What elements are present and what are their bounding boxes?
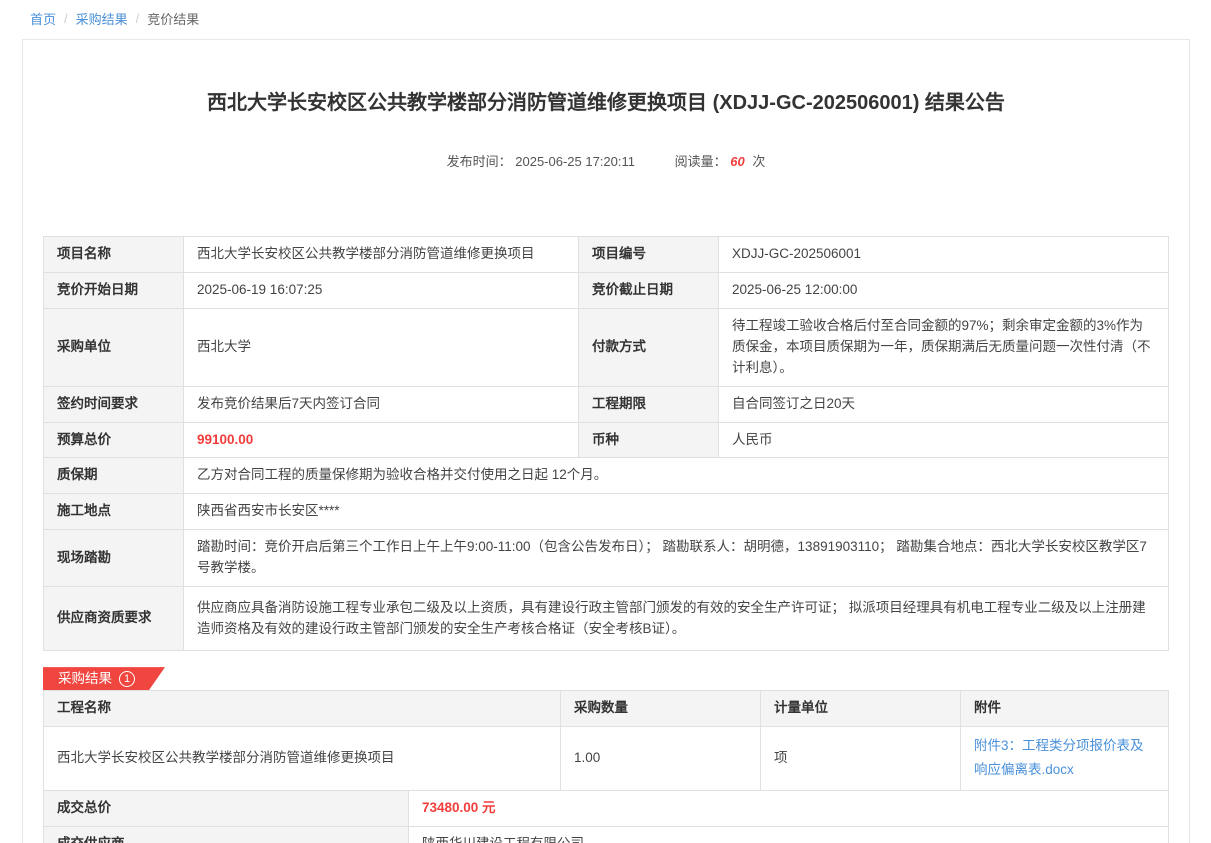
project-code-label: 项目编号 <box>579 237 719 273</box>
sign-time-label: 签约时间要求 <box>44 386 184 422</box>
info-row-location: 施工地点 陕西省西安市长安区**** <box>44 494 1169 530</box>
info-row-project-name: 项目名称 西北大学长安校区公共教学楼部分消防管道维修更换项目 项目编号 XDJJ… <box>44 237 1169 273</box>
views-unit: 次 <box>752 154 765 169</box>
duration-label: 工程期限 <box>579 386 719 422</box>
bid-end-value: 2025-06-25 12:00:00 <box>719 272 1169 308</box>
publish-meta: 发布时间： 2025-06-25 17:20:11 阅读量： 60 次 <box>43 151 1169 170</box>
result-quantity: 1.00 <box>561 727 761 791</box>
result-header-attachment: 附件 <box>961 691 1169 727</box>
award-supplier-value: 陕西华川建设工程有限公司 <box>409 826 1169 843</box>
breadcrumb-separator: / <box>136 11 140 26</box>
result-header-row: 工程名称 采购数量 计量单位 附件 <box>44 691 1169 727</box>
info-row-qualification: 供应商资质要求 供应商应具备消防设施工程专业承包二级及以上资质，具有建设行政主管… <box>44 587 1169 651</box>
award-supplier-row: 成交供应商 陕西华川建设工程有限公司 <box>44 826 1169 843</box>
qualification-value: 供应商应具备消防设施工程专业承包二级及以上资质，具有建设行政主管部门颁发的有效的… <box>184 587 1169 651</box>
publish-time-label: 发布时间： <box>447 154 512 169</box>
project-info-table: 项目名称 西北大学长安校区公共教学楼部分消防管道维修更换项目 项目编号 XDJJ… <box>43 236 1169 651</box>
award-supplier-label: 成交供应商 <box>44 826 409 843</box>
result-data-row: 西北大学长安校区公共教学楼部分消防管道维修更换项目 1.00 项 附件3：工程类… <box>44 727 1169 791</box>
views-count: 60 <box>730 154 744 169</box>
result-attachment-cell: 附件3：工程类分项报价表及响应偏离表.docx <box>961 727 1169 791</box>
breadcrumb-home-link[interactable]: 首页 <box>30 9 56 28</box>
currency-label: 币种 <box>579 422 719 458</box>
announcement-card: 西北大学长安校区公共教学楼部分消防管道维修更换项目 (XDJJ-GC-20250… <box>22 39 1190 843</box>
budget-label: 预算总价 <box>44 422 184 458</box>
info-row-sign-duration: 签约时间要求 发布竞价结果后7天内签订合同 工程期限 自合同签订之日20天 <box>44 386 1169 422</box>
result-header-project: 工程名称 <box>44 691 561 727</box>
project-code-value: XDJJ-GC-202506001 <box>719 237 1169 273</box>
purchaser-value: 西北大学 <box>184 308 579 386</box>
procurement-result-badge-label: 采购结果 <box>58 667 112 690</box>
award-total-row: 成交总价 73480.00 元 <box>44 790 1169 826</box>
views-label: 阅读量： <box>675 154 727 169</box>
purchaser-label: 采购单位 <box>44 308 184 386</box>
publish-time-value: 2025-06-25 17:20:11 <box>515 154 635 169</box>
info-row-purchaser-payment: 采购单位 西北大学 付款方式 待工程竣工验收合格后付至合同金额的97%；剩余审定… <box>44 308 1169 386</box>
award-total-value: 73480.00 元 <box>409 790 1169 826</box>
breadcrumb-separator: / <box>64 11 68 26</box>
award-table: 成交总价 73480.00 元 成交供应商 陕西华川建设工程有限公司 <box>43 790 1169 843</box>
qualification-label: 供应商资质要求 <box>44 587 184 651</box>
bid-start-label: 竞价开始日期 <box>44 272 184 308</box>
result-project-name: 西北大学长安校区公共教学楼部分消防管道维修更换项目 <box>44 727 561 791</box>
budget-value: 99100.00 <box>184 422 579 458</box>
location-label: 施工地点 <box>44 494 184 530</box>
info-row-bid-dates: 竞价开始日期 2025-06-19 16:07:25 竞价截止日期 2025-0… <box>44 272 1169 308</box>
site-visit-value: 踏勘时间：竞价开启后第三个工作日上午上午9:00-11:00（包含公告发布日）；… <box>184 530 1169 587</box>
info-row-budget-currency: 预算总价 99100.00 币种 人民币 <box>44 422 1169 458</box>
payment-label: 付款方式 <box>579 308 719 386</box>
project-name-label: 项目名称 <box>44 237 184 273</box>
site-visit-label: 现场踏勘 <box>44 530 184 587</box>
sign-time-value: 发布竞价结果后7天内签订合同 <box>184 386 579 422</box>
procurement-result-table: 工程名称 采购数量 计量单位 附件 西北大学长安校区公共教学楼部分消防管道维修更… <box>43 690 1169 791</box>
procurement-result-badge: 采购结果 1 <box>43 667 165 690</box>
result-header-unit: 计量单位 <box>761 691 961 727</box>
warranty-label: 质保期 <box>44 458 184 494</box>
breadcrumb-current-bidding-results: 竞价结果 <box>147 9 199 28</box>
page-title: 西北大学长安校区公共教学楼部分消防管道维修更换项目 (XDJJ-GC-20250… <box>43 40 1169 115</box>
payment-value: 待工程竣工验收合格后付至合同金额的97%；剩余审定金额的3%作为质保金，本项目质… <box>719 308 1169 386</box>
duration-value: 自合同签订之日20天 <box>719 386 1169 422</box>
info-row-site-visit: 现场踏勘 踏勘时间：竞价开启后第三个工作日上午上午9:00-11:00（包含公告… <box>44 530 1169 587</box>
currency-value: 人民币 <box>719 422 1169 458</box>
result-unit: 项 <box>761 727 961 791</box>
bid-end-label: 竞价截止日期 <box>579 272 719 308</box>
info-row-warranty: 质保期 乙方对合同工程的质量保修期为验收合格并交付使用之日起 12个月。 <box>44 458 1169 494</box>
project-name-value: 西北大学长安校区公共教学楼部分消防管道维修更换项目 <box>184 237 579 273</box>
award-total-label: 成交总价 <box>44 790 409 826</box>
breadcrumb-procurement-results-link[interactable]: 采购结果 <box>76 9 128 28</box>
attachment-download-link[interactable]: 附件3：工程类分项报价表及响应偏离表.docx <box>974 738 1144 777</box>
result-header-quantity: 采购数量 <box>561 691 761 727</box>
warranty-value: 乙方对合同工程的质量保修期为验收合格并交付使用之日起 12个月。 <box>184 458 1169 494</box>
bid-start-value: 2025-06-19 16:07:25 <box>184 272 579 308</box>
location-value: 陕西省西安市长安区**** <box>184 494 1169 530</box>
breadcrumb: 首页 / 采购结果 / 竞价结果 <box>0 0 1211 28</box>
procurement-result-count: 1 <box>119 671 135 687</box>
